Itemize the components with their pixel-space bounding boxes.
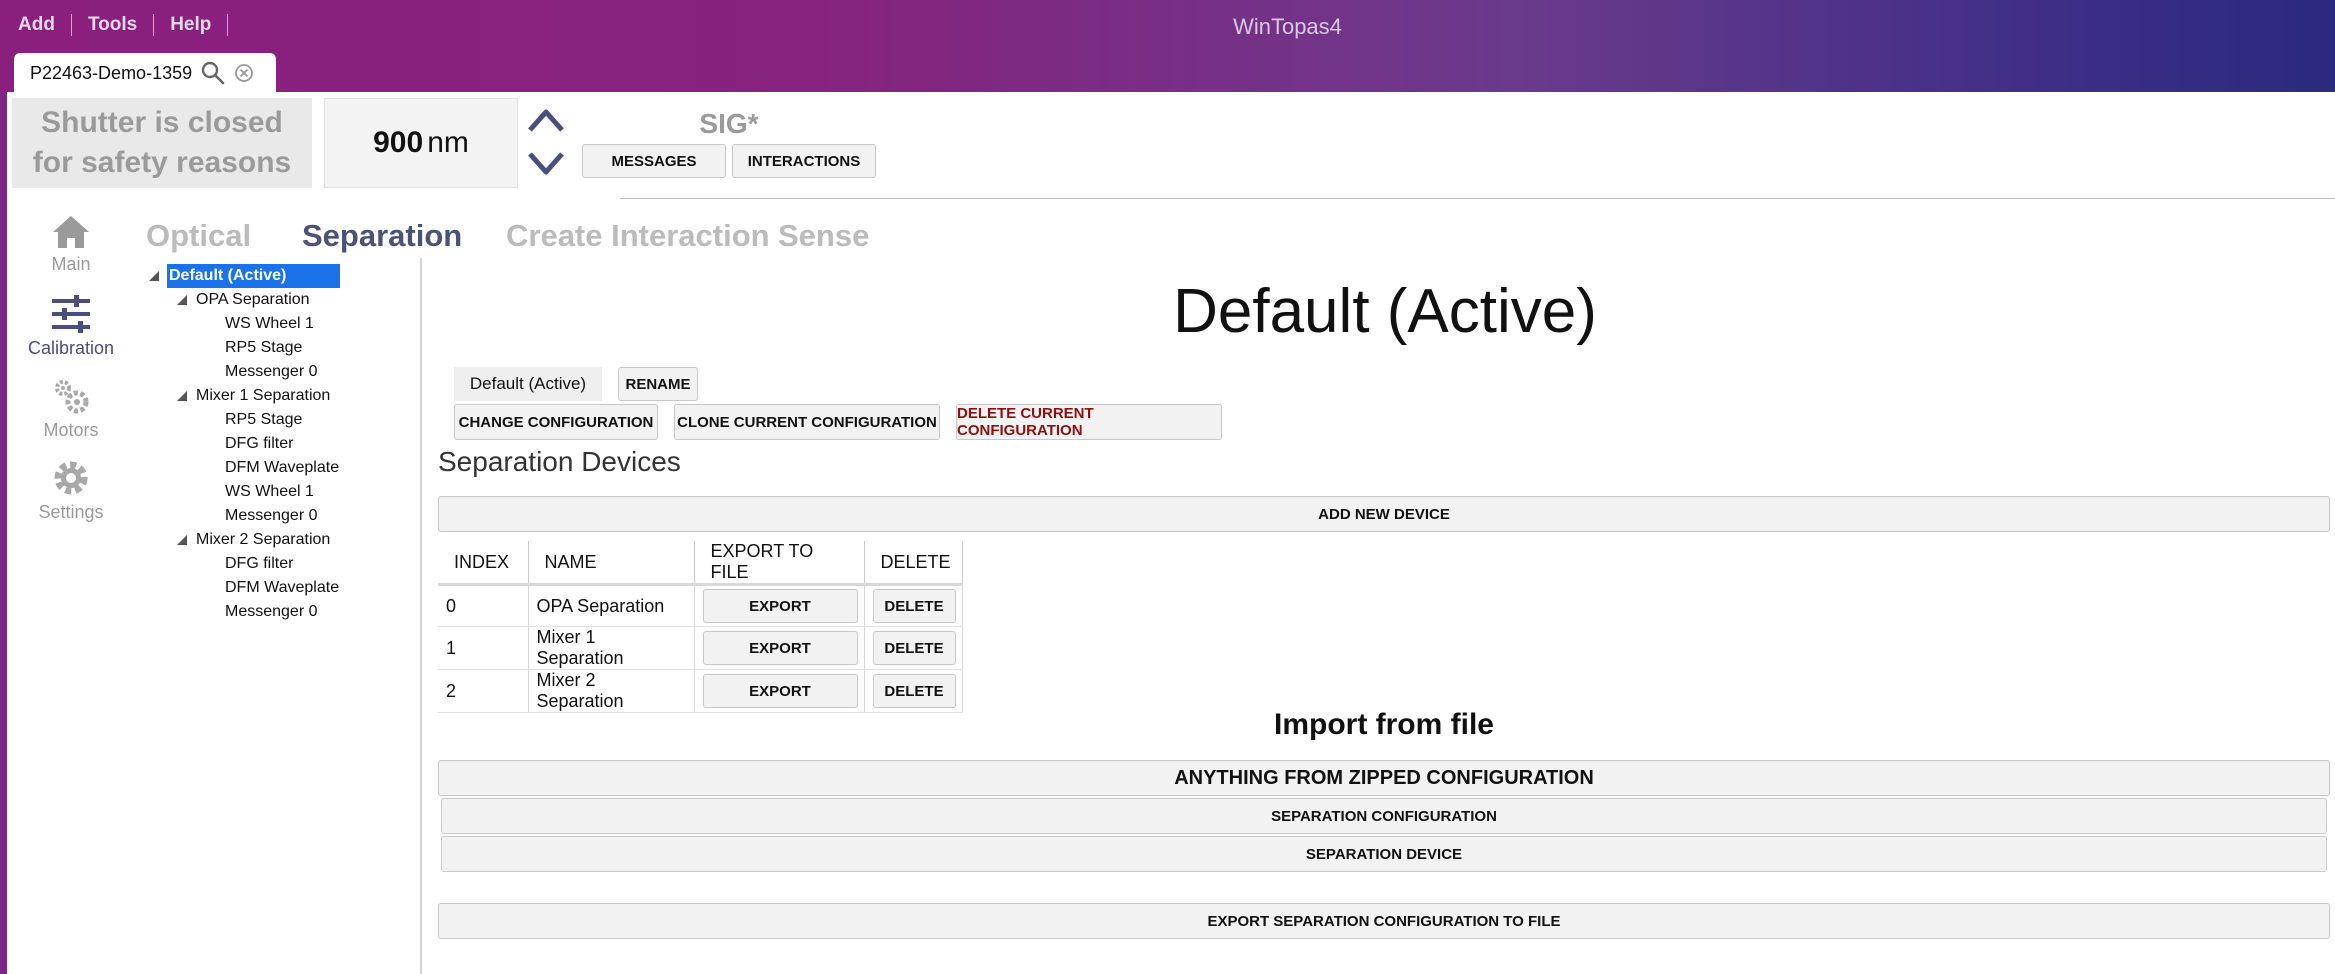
rename-button[interactable]: RENAME	[618, 367, 698, 401]
cell-index: 1	[438, 626, 529, 670]
panel-splitter[interactable]	[420, 258, 422, 974]
shutter-status: Shutter is closed for safety reasons	[12, 98, 312, 188]
sliders-icon	[24, 294, 118, 334]
column-header-delete[interactable]: DELETE	[864, 541, 963, 586]
sidebar-item-settings[interactable]: Settings	[24, 458, 118, 523]
tree-node-mixer-1-separation[interactable]: Mixer 1 Separation	[196, 384, 330, 408]
wavelength-up-button[interactable]	[526, 102, 566, 138]
table-row: 0 OPA Separation EXPORT DELETE	[438, 584, 963, 627]
tree-leaf[interactable]: RP5 Stage	[225, 408, 302, 432]
devices-table: INDEX NAME EXPORT TO FILE DELETE 0 OPA S…	[438, 541, 963, 713]
signal-indicator: SIG*	[699, 108, 759, 139]
export-separation-configuration-button[interactable]: EXPORT SEPARATION CONFIGURATION TO FILE	[438, 903, 2330, 939]
chevron-down-icon	[528, 152, 564, 175]
expand-triangle-icon[interactable]	[176, 534, 188, 546]
interactions-button[interactable]: INTERACTIONS	[732, 144, 876, 178]
table-row: 2 Mixer 2 Separation EXPORT DELETE	[438, 669, 963, 713]
tree-leaf[interactable]: RP5 Stage	[225, 336, 302, 360]
gears-icon	[24, 376, 118, 416]
export-button[interactable]: EXPORT	[702, 674, 858, 708]
wavelength-unit: nm	[427, 126, 469, 159]
tree-leaf[interactable]: DFG filter	[225, 432, 293, 456]
messages-button[interactable]: MESSAGES	[582, 144, 726, 178]
gear-icon	[24, 458, 118, 498]
tab-sense[interactable]: Sense	[778, 218, 869, 254]
app-title: WinTopas4	[1233, 14, 1342, 39]
column-header-export[interactable]: EXPORT TO FILE	[694, 541, 865, 586]
document-tab[interactable]: P22463-Demo-1359	[14, 53, 276, 93]
expand-triangle-icon[interactable]	[176, 390, 188, 402]
tree-leaf[interactable]: DFG filter	[225, 552, 293, 576]
cell-index: 0	[438, 584, 529, 627]
sidebar-item-label: Settings	[38, 502, 104, 522]
cell-name: Mixer 2 Separation	[528, 669, 695, 713]
change-configuration-button[interactable]: CHANGE CONFIGURATION	[454, 404, 658, 440]
sidebar-item-label: Calibration	[27, 338, 115, 358]
sidebar-item-label: Motors	[43, 420, 99, 440]
export-button[interactable]: EXPORT	[702, 589, 858, 623]
chevron-up-icon	[528, 109, 564, 132]
tree-node-opa-separation[interactable]: OPA Separation	[196, 288, 310, 312]
table-header-row: INDEX NAME EXPORT TO FILE DELETE	[438, 541, 963, 586]
delete-device-button[interactable]: DELETE	[872, 674, 956, 708]
sidebar-item-calibration[interactable]: Calibration	[24, 294, 118, 359]
search-icon[interactable]	[200, 60, 226, 86]
tree-leaf[interactable]: Messenger 0	[225, 600, 318, 624]
expand-triangle-icon[interactable]	[148, 270, 160, 282]
wavelength-down-button[interactable]	[526, 146, 566, 182]
tree-root[interactable]: Default (Active)	[167, 264, 340, 288]
header-divider	[620, 198, 2335, 199]
import-separation-configuration-button[interactable]: SEPARATION CONFIGURATION	[441, 798, 2327, 834]
clone-configuration-button[interactable]: CLONE CURRENT CONFIGURATION	[674, 404, 940, 440]
tree-leaf[interactable]: WS Wheel 1	[225, 312, 314, 336]
tab-separation[interactable]: Separation	[302, 218, 462, 254]
wavelength-display[interactable]: 900 nm	[324, 98, 518, 188]
sidebar-item-motors[interactable]: Motors	[24, 376, 118, 441]
import-zipped-configuration-button[interactable]: ANYTHING FROM ZIPPED CONFIGURATION	[438, 760, 2330, 796]
column-header-index[interactable]: INDEX	[438, 541, 529, 586]
close-icon[interactable]	[234, 63, 254, 83]
cell-index: 2	[438, 669, 529, 713]
import-separation-device-button[interactable]: SEPARATION DEVICE	[441, 836, 2327, 872]
tree-leaf[interactable]: DFM Waveplate	[225, 576, 339, 600]
delete-configuration-button[interactable]: DELETE CURRENT CONFIGURATION	[956, 404, 1222, 440]
add-new-device-button[interactable]: ADD NEW DEVICE	[438, 496, 2330, 532]
expand-triangle-icon[interactable]	[176, 294, 188, 306]
cell-name: OPA Separation	[528, 584, 695, 627]
tab-create-interaction[interactable]: Create Interaction	[506, 218, 770, 254]
wavelength-value: 900	[373, 126, 424, 159]
export-button[interactable]: EXPORT	[702, 631, 858, 665]
tree-leaf[interactable]: WS Wheel 1	[225, 480, 314, 504]
configuration-title: Default (Active)	[1173, 277, 1597, 346]
tree-root-label: Default (Active)	[167, 264, 340, 288]
sidebar-item-label: Main	[51, 254, 91, 274]
document-tab-label: P22463-Demo-1359	[30, 62, 193, 83]
table-row: 1 Mixer 1 Separation EXPORT DELETE	[438, 626, 963, 670]
column-header-name[interactable]: NAME	[528, 541, 695, 586]
configuration-name-field[interactable]: Default (Active)	[454, 367, 602, 401]
section-title: Separation Devices	[438, 446, 681, 477]
tab-optical[interactable]: Optical	[146, 218, 251, 254]
title-bar: Add Tools Help WinTopas4 P22463-Demo-135…	[0, 0, 2335, 93]
home-icon	[24, 214, 118, 250]
tree-leaf[interactable]: Messenger 0	[225, 360, 318, 384]
import-title: Import from file	[1273, 708, 1494, 741]
shutter-line-1: Shutter is closed	[41, 106, 283, 139]
tree-node-mixer-2-separation[interactable]: Mixer 2 Separation	[196, 528, 330, 552]
delete-device-button[interactable]: DELETE	[872, 589, 956, 623]
sidebar-item-main[interactable]: Main	[24, 214, 118, 275]
tree-leaf[interactable]: Messenger 0	[225, 504, 318, 528]
delete-device-button[interactable]: DELETE	[872, 631, 956, 665]
shutter-line-2: for safety reasons	[32, 146, 292, 179]
tree-leaf[interactable]: DFM Waveplate	[225, 456, 339, 480]
window-border	[0, 92, 7, 974]
cell-name: Mixer 1 Separation	[528, 626, 695, 670]
